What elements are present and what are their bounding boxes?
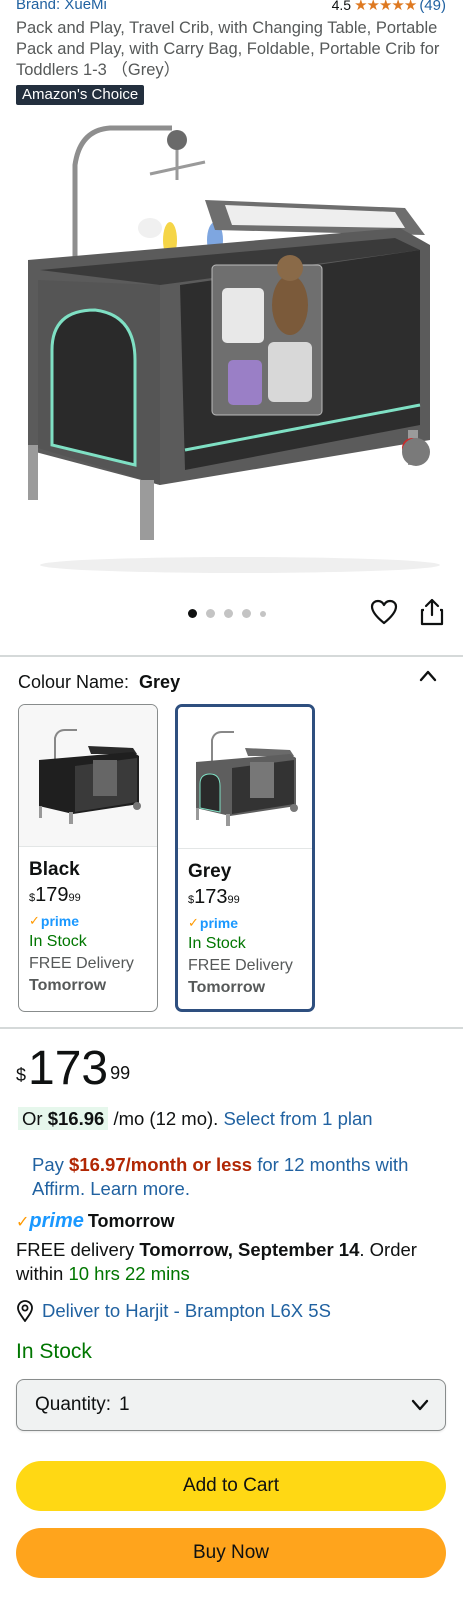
divider bbox=[0, 1027, 463, 1029]
divider bbox=[0, 655, 463, 657]
select-plan-link[interactable]: Select from 1 plan bbox=[223, 1108, 372, 1129]
monthly-term: /mo (12 mo). bbox=[113, 1108, 219, 1129]
chevron-up-icon[interactable] bbox=[418, 668, 438, 684]
pagination-dot[interactable] bbox=[224, 609, 233, 618]
heart-icon[interactable] bbox=[370, 599, 398, 625]
deliver-to-link[interactable]: Deliver to Harjit - Brampton L6X 5S bbox=[16, 1300, 331, 1322]
prime-check-icon: ✓ bbox=[29, 913, 40, 928]
add-to-cart-button[interactable]: Add to Cart bbox=[16, 1461, 446, 1511]
prime-logo: prime bbox=[29, 1210, 84, 1232]
image-pagination[interactable] bbox=[188, 609, 266, 618]
swatch-name: Black bbox=[29, 859, 80, 880]
stock-status: In Stock bbox=[16, 1340, 92, 1363]
swatch-stock: In Stock bbox=[188, 935, 246, 952]
rating-value: 4.5 bbox=[331, 0, 352, 13]
swatch-price: $17399 bbox=[188, 886, 240, 908]
swatch-name: Grey bbox=[188, 861, 232, 882]
prime-badge: ✓ prime bbox=[29, 913, 80, 929]
quantity-value: 1 bbox=[119, 1394, 130, 1415]
quantity-select[interactable]: Quantity: 1 bbox=[16, 1379, 446, 1431]
quantity-label: Quantity: bbox=[35, 1394, 112, 1415]
swatch-stock: In Stock bbox=[29, 933, 87, 950]
pagination-dot[interactable] bbox=[188, 609, 197, 618]
affirm-offer-link[interactable]: Pay $16.97/month or less for 12 months w… bbox=[32, 1153, 442, 1201]
share-icon[interactable] bbox=[420, 598, 444, 626]
swatch-image-black bbox=[19, 705, 157, 847]
colour-option-grey[interactable]: Grey $17399 ✓ prime In Stock FREE Deliver… bbox=[175, 704, 315, 1012]
selected-colour: Grey bbox=[139, 672, 181, 692]
prime-when: Tomorrow bbox=[87, 1211, 175, 1231]
brand-link[interactable]: Brand: XueMi bbox=[16, 0, 107, 13]
pagination-dot[interactable] bbox=[260, 610, 266, 617]
product-image[interactable] bbox=[0, 110, 463, 580]
prime-check-icon: ✓ bbox=[188, 915, 199, 930]
swatch-price: $17999 bbox=[29, 884, 81, 906]
buy-now-button[interactable]: Buy Now bbox=[16, 1528, 446, 1578]
deliver-to-text: Deliver to Harjit - Brampton L6X 5S bbox=[42, 1300, 331, 1321]
pagination-dot[interactable] bbox=[242, 609, 251, 618]
swatch-image-grey bbox=[178, 707, 312, 849]
rating-count-link[interactable]: (49) bbox=[419, 0, 446, 14]
colour-option-black[interactable]: Black $17999 ✓ prime In Stock FREE Delive… bbox=[18, 704, 158, 1012]
delivery-countdown: 10 hrs 22 mins bbox=[68, 1263, 190, 1284]
colour-name-label: Colour Name: Grey bbox=[18, 672, 180, 693]
rating[interactable]: 4.5 ★★★★★ (49) bbox=[332, 0, 446, 14]
amazons-choice-badge: Amazon's Choice bbox=[16, 85, 145, 105]
star-rating-icon: ★★★★★ bbox=[354, 0, 417, 14]
header-row: Brand: XueMi 4.5 ★★★★★ (49) bbox=[16, 0, 446, 14]
prime-check-icon: ✓ bbox=[16, 1213, 30, 1231]
delivery-info: FREE delivery Tomorrow, September 14. Or… bbox=[16, 1239, 417, 1284]
prime-badge: ✓ prime bbox=[188, 915, 239, 931]
prime-delivery: ✓ prime Tomorrow bbox=[16, 1210, 175, 1233]
swatch-delivery-when: Tomorrow bbox=[29, 977, 107, 994]
monthly-payment: Or $16.96 /mo (12 mo). Select from 1 pla… bbox=[18, 1107, 373, 1130]
location-pin-icon bbox=[17, 1300, 33, 1322]
chevron-down-icon bbox=[411, 1399, 429, 1411]
colour-label-text: Colour Name: bbox=[18, 672, 130, 692]
swatch-delivery-when: Tomorrow bbox=[188, 979, 266, 996]
product-price: $173 99 bbox=[16, 1042, 131, 1095]
product-title: Pack and Play, Travel Crib, with Changin… bbox=[16, 19, 440, 79]
pagination-dot[interactable] bbox=[206, 609, 215, 618]
swatch-delivery: FREE Delivery bbox=[29, 955, 134, 972]
monthly-amount-highlight: Or $16.96 bbox=[18, 1107, 109, 1130]
swatch-delivery: FREE Delivery bbox=[188, 957, 293, 974]
